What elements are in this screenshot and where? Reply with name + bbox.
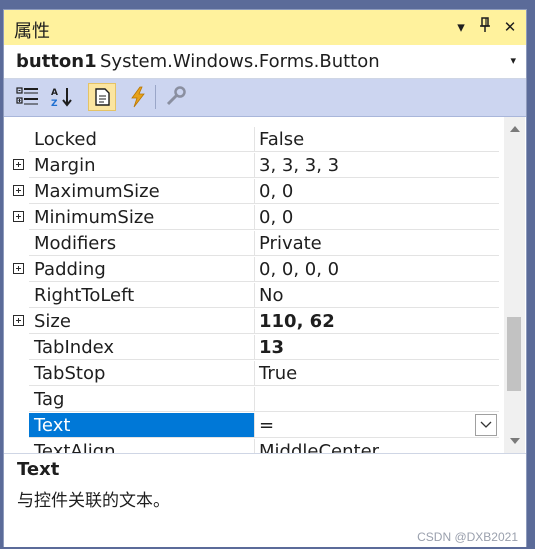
- property-grid: Locked False Margin 3, 3, 3, 3 MaximumSi…: [4, 117, 504, 453]
- alphabetical-icon[interactable]: A Z: [48, 83, 76, 111]
- property-toolbar: A Z: [4, 79, 526, 117]
- property-name: Padding: [29, 257, 255, 282]
- description-pane: Text 与控件关联的文本。 CSDN @DXB2021: [4, 453, 526, 547]
- property-name: RightToLeft: [29, 283, 255, 308]
- property-row-text[interactable]: Text =: [4, 413, 504, 439]
- property-name: Margin: [29, 153, 255, 178]
- vertical-scrollbar[interactable]: [504, 117, 525, 453]
- description-text: 与控件关联的文本。: [17, 491, 170, 511]
- property-name: Tag: [29, 387, 255, 412]
- properties-window: 属性 ▾ ✕ button1 System.Windows.Forms.Butt…: [3, 9, 527, 547]
- property-row-maximumsize[interactable]: MaximumSize 0, 0: [4, 179, 504, 205]
- property-value[interactable]: MiddleCenter: [255, 439, 499, 453]
- expand-icon[interactable]: [13, 211, 24, 222]
- panel-title: 属性: [14, 21, 50, 42]
- title-bar: 属性 ▾ ✕: [4, 10, 526, 45]
- toolbar-separator: [155, 85, 156, 109]
- scroll-down-icon[interactable]: [504, 431, 525, 451]
- chevron-down-icon[interactable]: ▾: [510, 54, 516, 67]
- property-row-padding[interactable]: Padding 0, 0, 0, 0: [4, 257, 504, 283]
- property-value[interactable]: True: [255, 361, 499, 386]
- property-value[interactable]: 13: [255, 335, 499, 360]
- expand-icon[interactable]: [13, 315, 24, 326]
- svg-text:A: A: [51, 88, 58, 98]
- svg-text:Z: Z: [51, 99, 58, 108]
- pin-icon[interactable]: [475, 17, 495, 37]
- property-name: Modifiers: [29, 231, 255, 256]
- property-name: TabIndex: [29, 335, 255, 360]
- property-value[interactable]: [255, 387, 499, 412]
- property-value[interactable]: 0, 0, 0, 0: [255, 257, 499, 282]
- events-icon[interactable]: [124, 83, 152, 111]
- scroll-up-icon[interactable]: [504, 119, 525, 139]
- property-name: MinimumSize: [29, 205, 255, 230]
- property-value[interactable]: 3, 3, 3, 3: [255, 153, 499, 178]
- property-row-size[interactable]: Size 110, 62: [4, 309, 504, 335]
- property-row-tabstop[interactable]: TabStop True: [4, 361, 504, 387]
- expand-icon[interactable]: [13, 159, 24, 170]
- property-row-tabindex[interactable]: TabIndex 13: [4, 335, 504, 361]
- property-value-input[interactable]: =: [255, 413, 499, 438]
- property-name: MaximumSize: [29, 179, 255, 204]
- object-selector[interactable]: button1 System.Windows.Forms.Button ▾: [4, 45, 526, 79]
- property-row-locked[interactable]: Locked False: [4, 127, 504, 153]
- property-pages-icon[interactable]: [162, 83, 190, 111]
- property-row-modifiers[interactable]: Modifiers Private: [4, 231, 504, 257]
- property-name: Text: [29, 413, 255, 438]
- property-value[interactable]: 0, 0: [255, 179, 499, 204]
- description-title: Text: [17, 459, 60, 480]
- property-name: Size: [29, 309, 255, 334]
- expand-icon[interactable]: [13, 263, 24, 274]
- object-type: System.Windows.Forms.Button: [100, 51, 380, 72]
- property-row-tag[interactable]: Tag: [4, 387, 504, 413]
- property-row-minimumsize[interactable]: MinimumSize 0, 0: [4, 205, 504, 231]
- expand-icon[interactable]: [13, 185, 24, 196]
- property-value[interactable]: 0, 0: [255, 205, 499, 230]
- close-icon[interactable]: ✕: [500, 17, 520, 37]
- property-name: Locked: [29, 127, 255, 152]
- properties-icon[interactable]: [88, 83, 116, 111]
- window-position-dropdown-icon[interactable]: ▾: [451, 17, 471, 37]
- object-name: button1: [16, 51, 97, 72]
- property-name: TabStop: [29, 361, 255, 386]
- watermark: CSDN @DXB2021: [417, 530, 518, 544]
- property-value[interactable]: Private: [255, 231, 499, 256]
- property-value[interactable]: 110, 62: [255, 309, 499, 334]
- chevron-down-icon[interactable]: [475, 414, 497, 436]
- property-value[interactable]: No: [255, 283, 499, 308]
- property-value[interactable]: False: [255, 127, 499, 152]
- property-row-righttoleft[interactable]: RightToLeft No: [4, 283, 504, 309]
- scroll-thumb[interactable]: [507, 317, 521, 391]
- property-name: TextAlign: [29, 439, 255, 453]
- property-row-textalign[interactable]: TextAlign MiddleCenter: [4, 439, 504, 453]
- categorized-icon[interactable]: [14, 83, 42, 111]
- property-row-margin[interactable]: Margin 3, 3, 3, 3: [4, 153, 504, 179]
